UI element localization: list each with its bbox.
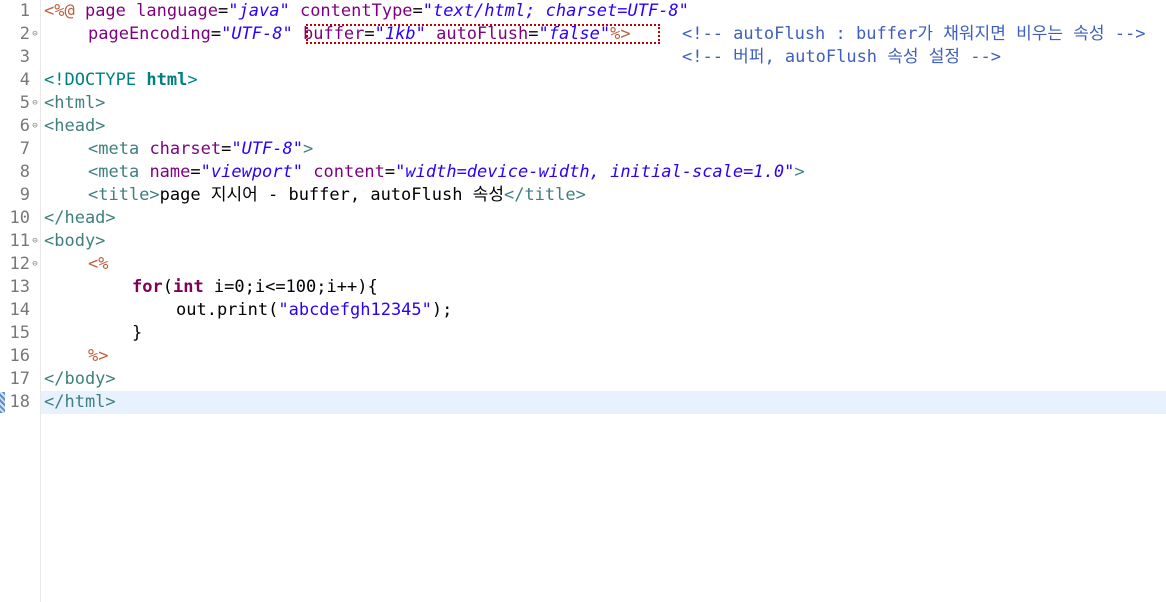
keyword-int: int <box>172 277 204 297</box>
attr-contenttype: contentType <box>299 1 413 21</box>
equals: = <box>384 162 396 182</box>
html-comment: <!-- 버퍼, autoFlush 속성 설정 --> <box>682 47 1002 67</box>
html-close-tag: </html> <box>44 392 116 412</box>
line-number: 1 <box>19 1 30 21</box>
fold-toggle-icon[interactable]: ⊖ <box>30 253 40 276</box>
doctype-close: > <box>187 70 198 90</box>
code-line-10[interactable]: </head> <box>44 207 116 230</box>
head-open-tag: <head> <box>44 116 106 136</box>
code-line-1[interactable]: <%@ page language="java" contentType="te… <box>44 0 689 23</box>
value-contenttype: "text/html; charset=UTF-8" <box>422 1 689 21</box>
code-comment-line-2: <!-- autoFlush : buffer가 채워지면 비우는 속성 --> <box>682 23 1145 46</box>
line-number: 4 <box>19 70 30 90</box>
equals: = <box>218 1 229 21</box>
equals: = <box>210 24 222 44</box>
line-number: 13 <box>9 277 30 297</box>
attr-charset: charset <box>149 139 222 159</box>
line-number: 6 <box>19 116 30 136</box>
current-line-marker <box>0 392 5 413</box>
attr-content: content <box>313 162 385 182</box>
line-number: 8 <box>19 162 30 182</box>
title-text: page 지시어 - buffer, autoFlush 속성 <box>159 185 504 205</box>
equals: = <box>221 139 232 159</box>
doctype-html: html <box>136 70 188 90</box>
scriptlet-open: <% <box>88 254 109 274</box>
code-line-11[interactable]: <body> <box>44 230 105 253</box>
paren: ( <box>162 277 173 297</box>
method-call: out.print( <box>176 300 279 320</box>
attr-name: name <box>149 162 191 182</box>
attr-language: language <box>136 1 219 21</box>
fold-toggle-icon[interactable]: ⊖ <box>30 230 40 253</box>
attr-pageencoding: pageEncoding <box>88 24 211 44</box>
code-line-12[interactable]: <% <box>88 253 108 276</box>
line-number: 11 <box>9 231 30 251</box>
tag-close: > <box>303 139 314 159</box>
loop-expression: i=0;i<=100;i++){ <box>203 277 378 297</box>
code-line-6[interactable]: <head> <box>44 115 105 138</box>
head-close-tag: </head> <box>44 208 116 228</box>
fold-toggle-icon[interactable]: ⊖ <box>30 115 40 138</box>
code-line-8[interactable]: <meta name="viewport" content="width=dev… <box>88 161 805 184</box>
line-number: 9 <box>19 185 30 205</box>
directive-name: page <box>74 1 137 21</box>
closing-brace: } <box>132 323 143 343</box>
code-line-15[interactable]: } <box>132 322 142 345</box>
current-line-highlight <box>41 391 1166 414</box>
string-literal: "abcdefgh12345" <box>278 300 432 320</box>
line-number: 16 <box>9 346 30 366</box>
value-charset: "UTF-8" <box>231 139 303 159</box>
code-line-14[interactable]: out.print("abcdefgh12345"); <box>176 299 452 322</box>
code-line-18[interactable]: </html> <box>44 391 116 414</box>
body-close-tag: </body> <box>44 369 116 389</box>
line-number: 3 <box>19 47 30 67</box>
fold-toggle-icon[interactable]: ⊖ <box>30 23 40 46</box>
line-number: 12 <box>9 254 30 274</box>
value-name: "viewport" <box>200 162 303 182</box>
meta-tag: <meta <box>88 139 140 159</box>
code-line-13[interactable]: for(int i=0;i<=100;i++){ <box>132 276 378 299</box>
tag-close: > <box>794 162 805 182</box>
title-open-tag: <title> <box>88 185 160 205</box>
html-open-tag: <html> <box>44 93 106 113</box>
title-close-tag: </title> <box>503 185 586 205</box>
line-number: 15 <box>9 323 30 343</box>
value-language: "java" <box>228 1 290 21</box>
jsp-directive-open: <%@ <box>44 1 75 21</box>
equals: = <box>190 162 201 182</box>
doctype-keyword: <!DOCTYPE <box>44 70 137 90</box>
value-pageencoding: "UTF-8" <box>221 24 293 44</box>
scriptlet-close: %> <box>88 346 109 366</box>
fold-toggle-icon[interactable]: ⊖ <box>30 92 40 115</box>
code-line-17[interactable]: </body> <box>44 368 116 391</box>
code-line-4[interactable]: <!DOCTYPE html> <box>44 69 198 92</box>
code-line-3[interactable]: <!-- 버퍼, autoFlush 속성 설정 --> <box>682 46 1001 69</box>
line-number: 14 <box>9 300 30 320</box>
meta-tag: <meta <box>88 162 140 182</box>
body-open-tag: <body> <box>44 231 106 251</box>
line-number: 2 <box>19 24 30 44</box>
html-comment: <!-- autoFlush : buffer가 채워지면 비우는 속성 --> <box>682 24 1146 44</box>
code-line-7[interactable]: <meta charset="UTF-8"> <box>88 138 313 161</box>
code-line-5[interactable]: <html> <box>44 92 105 115</box>
line-number: 17 <box>9 369 30 389</box>
line-number: 5 <box>19 93 30 113</box>
code-line-9[interactable]: <title>page 지시어 - buffer, autoFlush 속성</… <box>88 184 586 207</box>
statement-end: ); <box>431 300 453 320</box>
equals: = <box>412 1 423 21</box>
code-line-16[interactable]: %> <box>88 345 108 368</box>
line-number-gutter: 1 2 ⊖ 3 4 5 ⊖ 6 ⊖ 7 8 9 10 11 ⊖ 12 ⊖ 13 … <box>0 0 41 602</box>
line-number: 10 <box>9 208 30 228</box>
line-number: 7 <box>19 139 30 159</box>
keyword-for: for <box>132 277 163 297</box>
highlight-annotation-box <box>306 24 660 44</box>
value-content: "width=device-width, initial-scale=1.0" <box>395 162 795 182</box>
